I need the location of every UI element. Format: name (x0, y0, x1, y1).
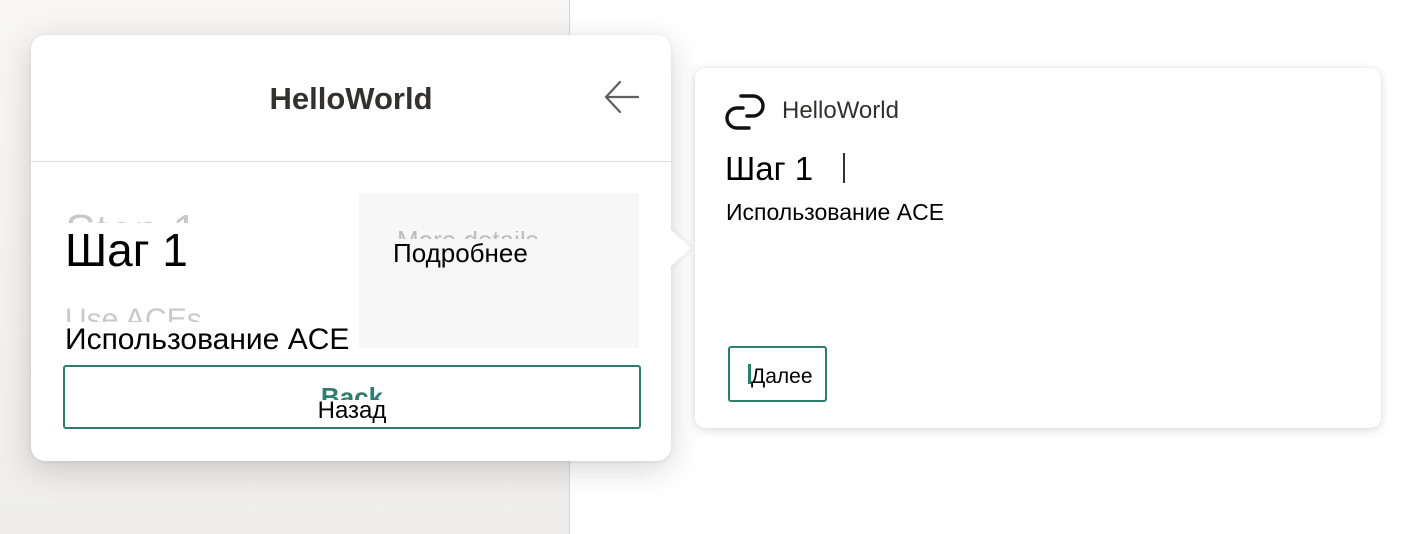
text-cursor (843, 153, 845, 183)
quick-view-title: HelloWorld (269, 81, 433, 116)
back-button[interactable]: Back Назад (63, 365, 641, 429)
quick-view-header: HelloWorld (31, 35, 671, 162)
ace-subtitle: Использование ACE (726, 199, 945, 225)
quick-view-panel: HelloWorld Step 1 Use ACEs Шаг 1 Использ… (31, 35, 671, 461)
ace-card[interactable]: HelloWorld Шаг 1 Использование ACE Далее (695, 68, 1381, 428)
image-placeholder: More details Подробнее (359, 193, 639, 348)
back-button-label: Назад (317, 397, 387, 424)
quick-view-heading: Шаг 1 (65, 223, 188, 277)
link-icon (723, 92, 767, 132)
next-button-label: Далее (751, 365, 813, 388)
next-button[interactable]: Далее (728, 346, 827, 402)
quick-view-subtitle: Использование ACE (65, 323, 350, 356)
ace-heading: Шаг 1 (725, 150, 814, 187)
callout-pointer (669, 228, 691, 268)
quick-view-body: Step 1 Use ACEs Шаг 1 Использование ACE … (31, 162, 671, 461)
arrow-left-icon[interactable] (601, 77, 641, 117)
ace-app-name: HelloWorld (782, 97, 899, 124)
ghost-subtitle: Use ACEs (65, 303, 202, 322)
canvas: HelloWorld Step 1 Use ACEs Шаг 1 Использ… (0, 0, 1408, 534)
image-label: Подробнее (393, 238, 528, 268)
